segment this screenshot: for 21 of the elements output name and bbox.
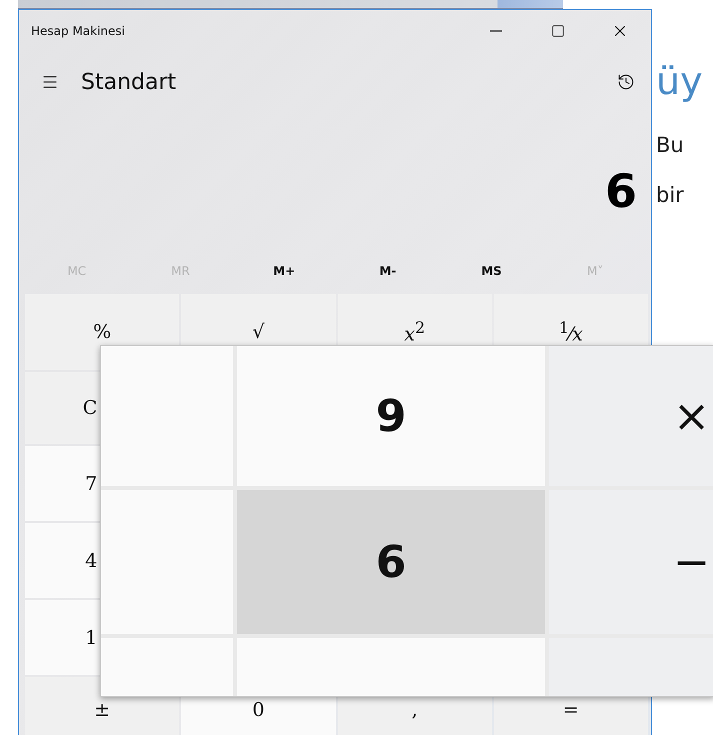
mode-title: Standart: [81, 70, 178, 94]
magnified-key[interactable]: [549, 638, 713, 696]
magnified-key[interactable]: [101, 490, 233, 634]
magnified-key[interactable]: [101, 346, 233, 486]
memory-button[interactable]: M-: [336, 247, 440, 294]
magnified-key[interactable]: 9: [237, 346, 545, 486]
minimize-icon: [490, 30, 502, 32]
memory-button[interactable]: MS: [440, 247, 544, 294]
magnified-key[interactable]: [101, 638, 233, 696]
display-value: 6: [604, 164, 637, 218]
magnified-key[interactable]: −: [549, 490, 713, 634]
document-text: bir: [656, 183, 685, 207]
document-text: Bu: [656, 133, 685, 157]
magnified-key[interactable]: [237, 638, 545, 696]
magnified-key[interactable]: 6: [237, 490, 545, 634]
memory-button[interactable]: M+: [232, 247, 336, 294]
document-heading: üy: [656, 59, 704, 103]
history-icon: [617, 73, 635, 91]
window-title: Hesap Makinesi: [31, 24, 126, 38]
maximize-icon: [551, 24, 565, 38]
magnified-key[interactable]: ×: [549, 346, 713, 486]
